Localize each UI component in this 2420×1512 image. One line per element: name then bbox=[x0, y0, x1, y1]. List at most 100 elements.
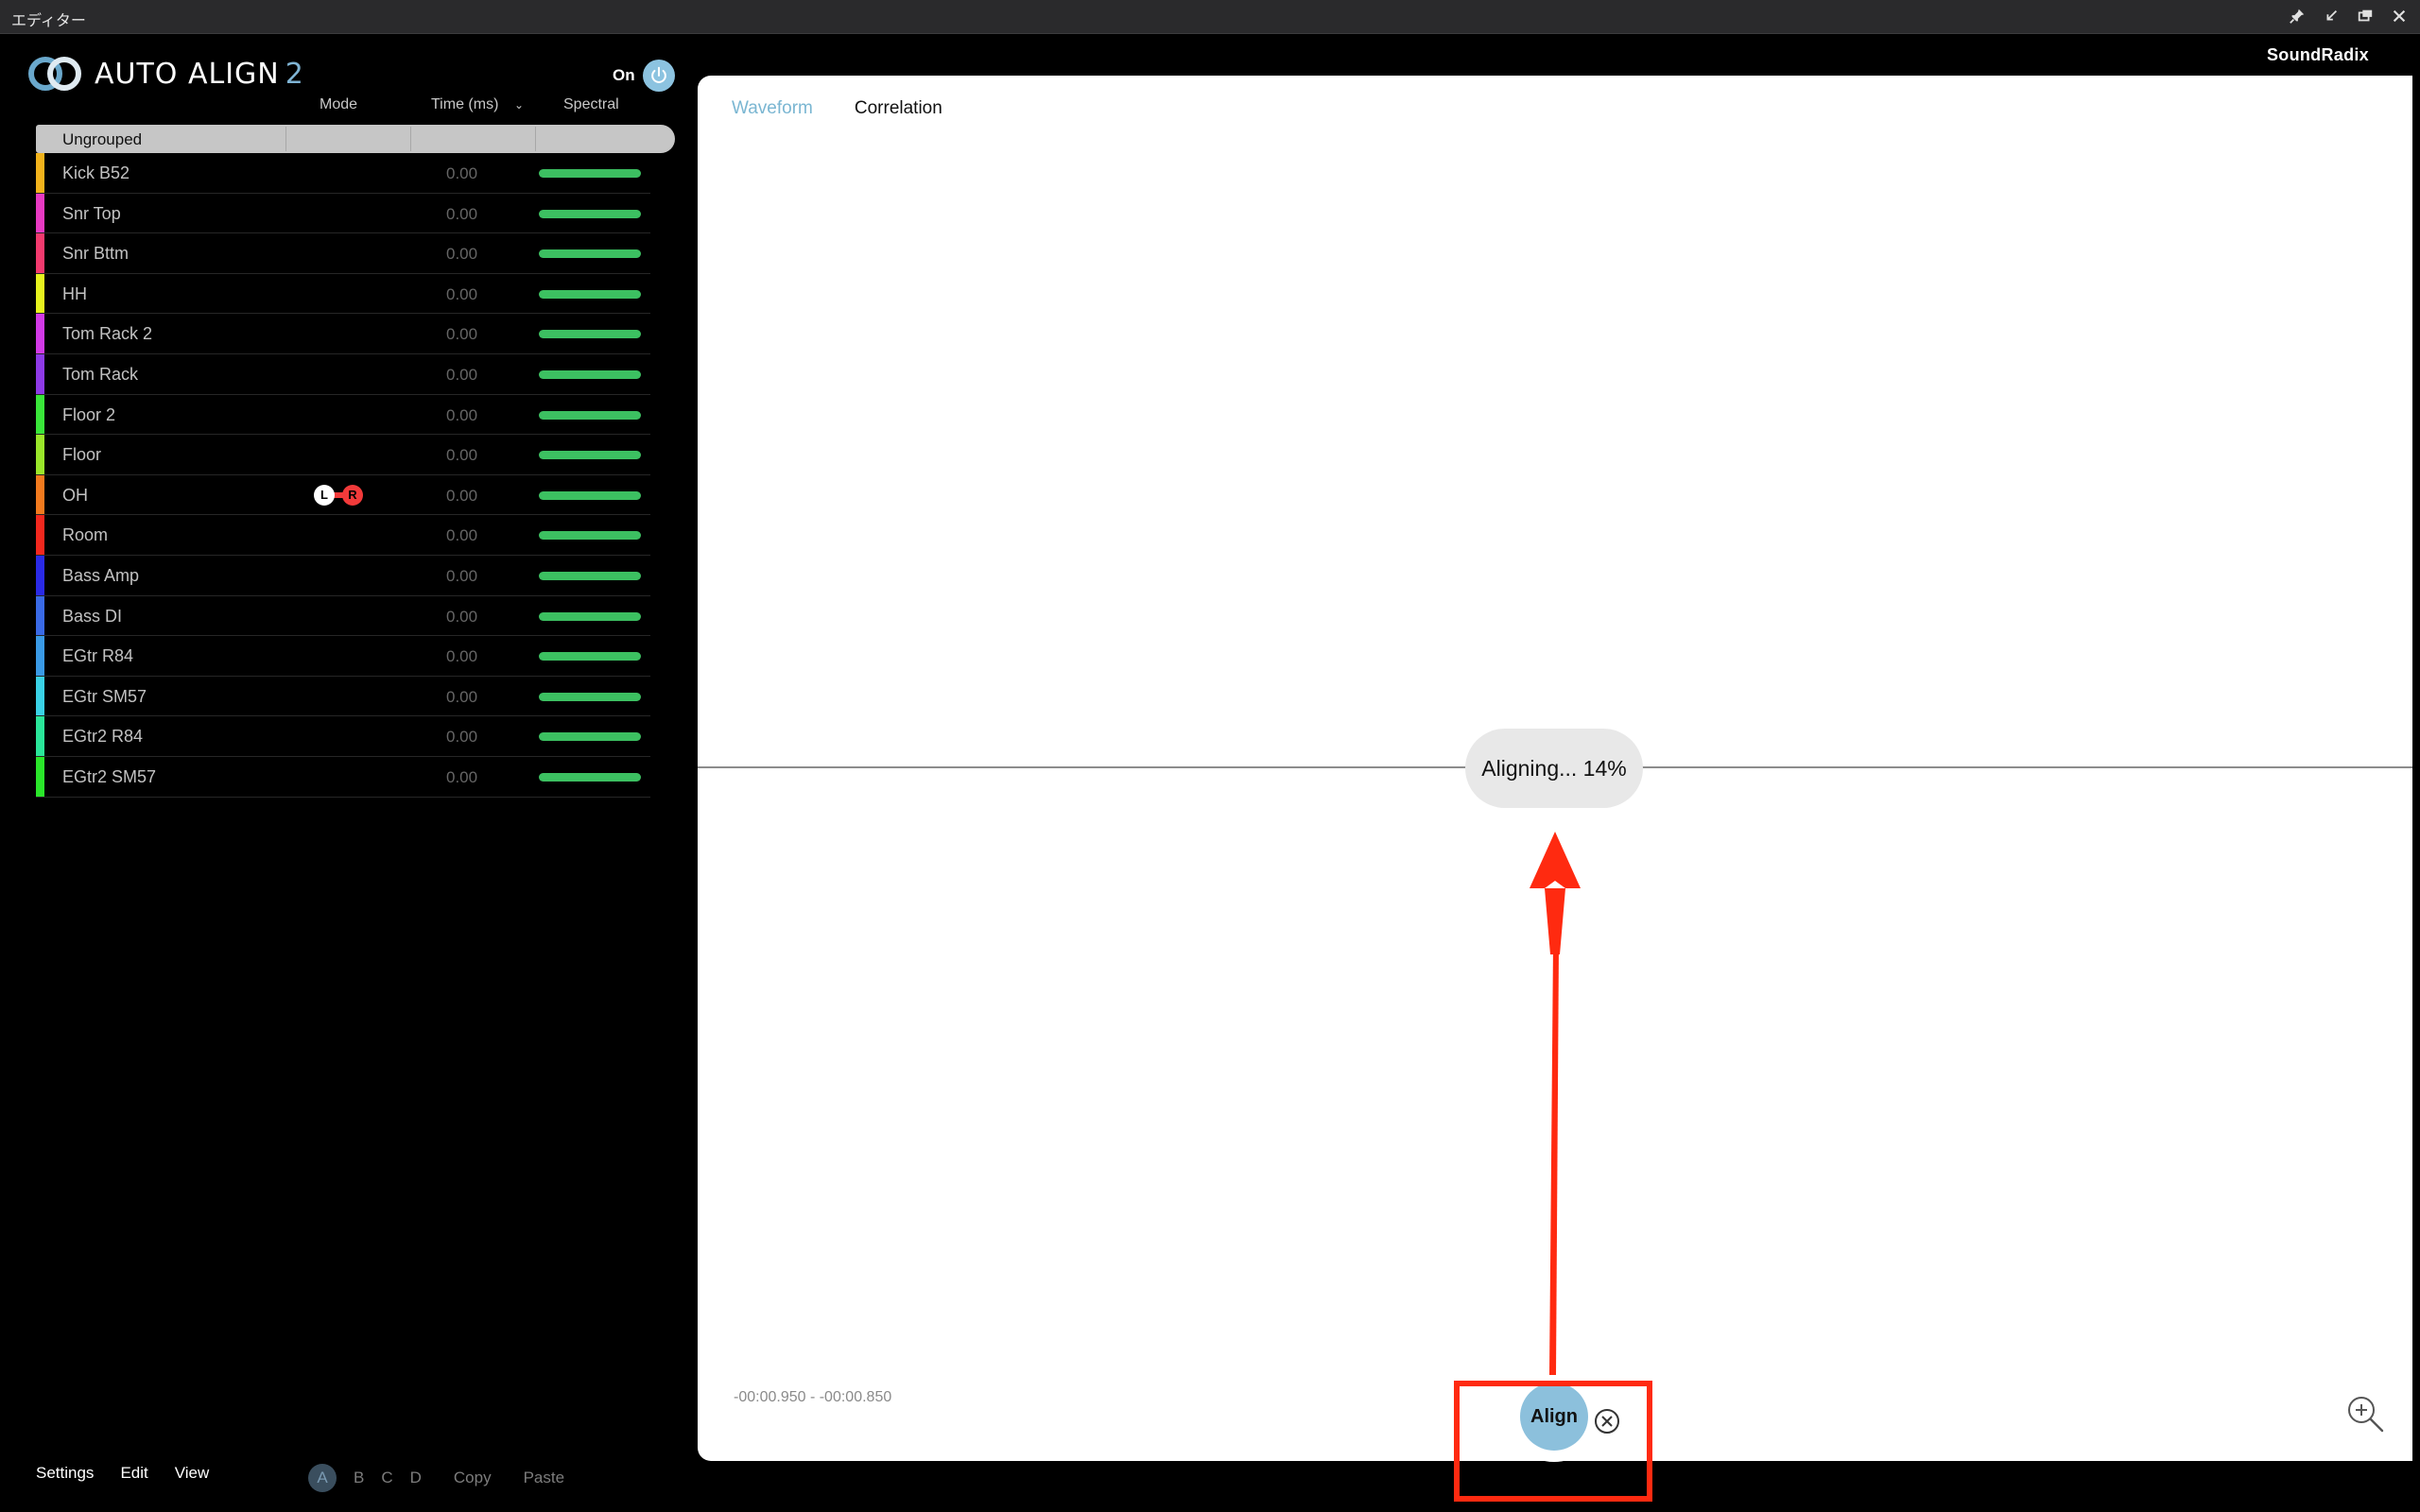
power-button[interactable] bbox=[642, 60, 675, 92]
track-time[interactable]: 0.00 bbox=[446, 285, 477, 304]
tab-waveform[interactable]: Waveform bbox=[732, 98, 813, 119]
column-header-time[interactable]: Time (ms) bbox=[431, 96, 498, 113]
app-name-text: AUTO ALIGN bbox=[95, 57, 280, 91]
align-button[interactable]: Align bbox=[1520, 1383, 1588, 1451]
track-time[interactable]: 0.00 bbox=[446, 366, 477, 385]
track-time[interactable]: 0.00 bbox=[446, 205, 477, 224]
track-time[interactable]: 0.00 bbox=[446, 406, 477, 425]
group-divider bbox=[535, 127, 536, 151]
track-row[interactable]: Snr Top 0.00 bbox=[36, 193, 650, 234]
track-row[interactable]: Floor 0.00 bbox=[36, 435, 650, 475]
track-name: EGtr2 SM57 bbox=[62, 766, 157, 786]
panel-bottom-bar bbox=[698, 1461, 2412, 1470]
window-titlebar: エディター bbox=[0, 0, 2420, 34]
track-time[interactable]: 0.00 bbox=[446, 446, 477, 465]
time-range: -00:00.950 - -00:00.850 bbox=[734, 1389, 892, 1405]
right-channel-badge: R bbox=[342, 484, 363, 506]
track-name: Floor bbox=[62, 445, 102, 465]
track-name: Tom Rack bbox=[62, 364, 139, 384]
logo-rings-icon bbox=[28, 57, 81, 91]
waveform-panel: Waveform Correlation Aligning... 14% -00… bbox=[698, 76, 2412, 1461]
track-row[interactable]: Bass DI 0.00 bbox=[36, 595, 650, 637]
track-row[interactable]: Floor 2 0.00 bbox=[36, 394, 650, 436]
track-list: Kick B52 0.00 Snr Top 0.00 Snr Bttm 0.00 HH… bbox=[36, 153, 650, 798]
chevron-down-icon[interactable]: ⌄ bbox=[514, 98, 524, 112]
tab-correlation[interactable]: Correlation bbox=[855, 98, 942, 119]
snapshot-c[interactable]: C bbox=[381, 1469, 392, 1487]
align-button-ring: Align bbox=[1509, 1371, 1599, 1462]
track-color bbox=[36, 273, 44, 314]
column-header-spectral[interactable]: Spectral bbox=[563, 96, 619, 113]
footer-menu: Settings Edit View bbox=[36, 1464, 209, 1483]
collapse-icon[interactable] bbox=[2320, 5, 2342, 27]
track-time[interactable]: 0.00 bbox=[446, 647, 477, 666]
track-row[interactable]: EGtr R84 0.00 bbox=[36, 636, 650, 677]
track-time[interactable]: 0.00 bbox=[446, 325, 477, 344]
track-row[interactable]: Tom Rack 2 0.00 bbox=[36, 314, 650, 354]
paste-button[interactable]: Paste bbox=[524, 1469, 564, 1487]
track-time[interactable]: 0.00 bbox=[446, 567, 477, 586]
column-header-mode[interactable]: Mode bbox=[320, 96, 357, 113]
spectral-meter bbox=[539, 369, 641, 379]
snapshot-a[interactable]: A bbox=[308, 1464, 337, 1492]
track-name: Kick B52 bbox=[62, 163, 130, 182]
track-row[interactable]: EGtr2 SM57 0.00 bbox=[36, 756, 650, 798]
track-row[interactable]: Snr Bttm 0.00 bbox=[36, 233, 650, 274]
track-color bbox=[36, 515, 44, 555]
track-color bbox=[36, 193, 44, 233]
zoom-in-icon[interactable] bbox=[2344, 1393, 2386, 1435]
window-icon[interactable] bbox=[2354, 5, 2377, 27]
spectral-meter bbox=[539, 772, 641, 782]
track-row[interactable]: HH 0.00 bbox=[36, 273, 650, 315]
window-controls bbox=[2286, 5, 2411, 27]
track-name: Snr Top bbox=[62, 203, 121, 223]
snapshot-d[interactable]: D bbox=[410, 1469, 422, 1487]
power-icon bbox=[650, 66, 666, 83]
track-time[interactable]: 0.00 bbox=[446, 768, 477, 787]
track-row[interactable]: EGtr SM57 0.00 bbox=[36, 676, 650, 717]
track-row[interactable]: Room 0.00 bbox=[36, 515, 650, 556]
close-icon[interactable] bbox=[2388, 5, 2411, 27]
track-time[interactable]: 0.00 bbox=[446, 728, 477, 747]
track-name: EGtr R84 bbox=[62, 646, 134, 666]
track-color bbox=[36, 555, 44, 595]
track-color bbox=[36, 314, 44, 353]
app-name: AUTO ALIGN 2 bbox=[95, 58, 304, 91]
track-time[interactable]: 0.00 bbox=[446, 608, 477, 627]
snapshot-bar: A B C D Copy Paste bbox=[308, 1464, 564, 1492]
spectral-meter bbox=[539, 410, 641, 420]
window-title: エディター bbox=[11, 13, 86, 29]
copy-button[interactable]: Copy bbox=[454, 1469, 492, 1487]
track-time[interactable]: 0.00 bbox=[446, 164, 477, 183]
power-label: On bbox=[613, 66, 635, 84]
pin-icon[interactable] bbox=[2286, 5, 2308, 27]
menu-view[interactable]: View bbox=[175, 1464, 210, 1483]
group-divider bbox=[410, 127, 411, 151]
track-time[interactable]: 0.00 bbox=[446, 688, 477, 707]
track-name: EGtr2 R84 bbox=[62, 727, 144, 747]
menu-settings[interactable]: Settings bbox=[36, 1464, 94, 1483]
track-row[interactable]: Bass Amp 0.00 bbox=[36, 555, 650, 596]
menu-edit[interactable]: Edit bbox=[120, 1464, 147, 1483]
track-name: Bass DI bbox=[62, 606, 123, 626]
snapshot-b[interactable]: B bbox=[354, 1469, 364, 1487]
track-row[interactable]: EGtr2 R84 0.00 bbox=[36, 716, 650, 757]
track-color bbox=[36, 233, 44, 273]
track-row[interactable]: Tom Rack 0.00 bbox=[36, 353, 650, 395]
stereo-link-toggle[interactable]: L R bbox=[314, 484, 363, 506]
track-name: Room bbox=[62, 525, 109, 545]
brand-logo: SoundRadix bbox=[2266, 45, 2369, 64]
spectral-meter bbox=[539, 732, 641, 742]
group-row[interactable]: Ungrouped bbox=[36, 125, 675, 153]
track-name: Tom Rack 2 bbox=[62, 324, 153, 344]
spectral-meter bbox=[539, 571, 641, 580]
track-row[interactable]: Kick B52 0.00 bbox=[36, 153, 650, 194]
spectral-meter bbox=[539, 692, 641, 701]
track-row[interactable]: OH L R 0.00 bbox=[36, 474, 650, 516]
track-time[interactable]: 0.00 bbox=[446, 487, 477, 506]
track-time[interactable]: 0.00 bbox=[446, 245, 477, 264]
left-channel-badge: L bbox=[314, 484, 335, 506]
track-time[interactable]: 0.00 bbox=[446, 526, 477, 545]
app-logo: AUTO ALIGN 2 bbox=[26, 55, 304, 93]
cancel-align-icon[interactable] bbox=[1594, 1408, 1620, 1435]
